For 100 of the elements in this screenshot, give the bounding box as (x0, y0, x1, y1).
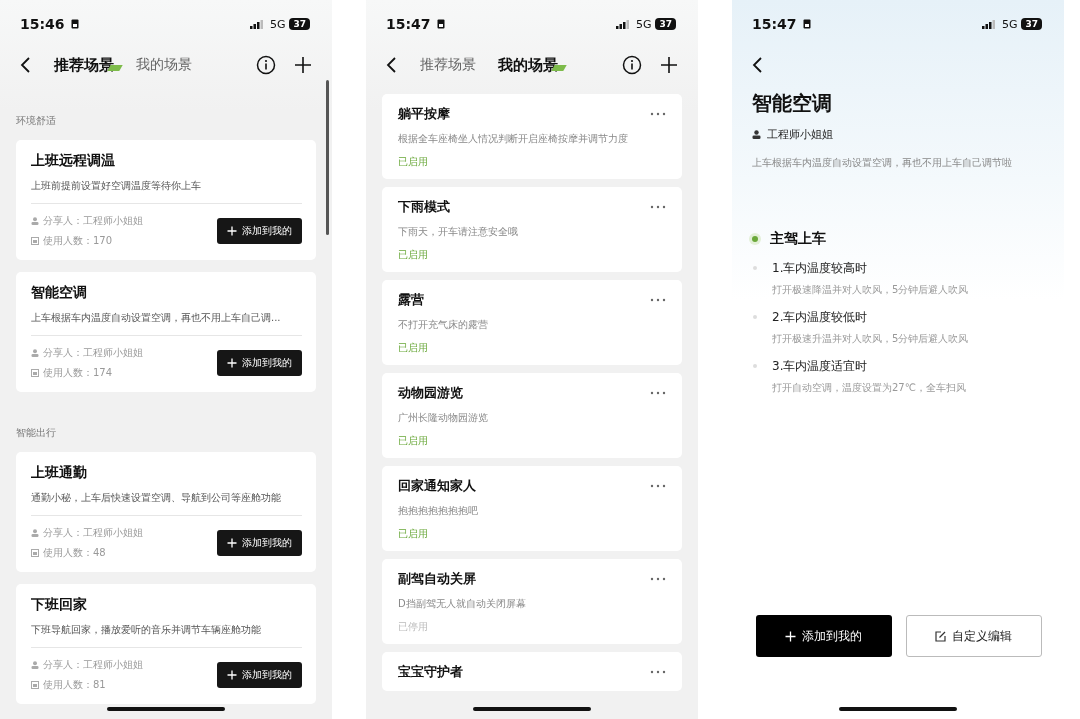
more-icon[interactable] (650, 298, 666, 302)
back-icon[interactable] (386, 56, 398, 74)
battery-indicator: 37 (655, 18, 676, 30)
status-text: 已停用 (398, 620, 429, 634)
scene-card[interactable]: 上班远程调温 上班前提前设置好空调温度等待你上车 分享人：工程师小姐姐 使用人数：170 添加到我的 (16, 140, 316, 260)
card-title: 露营 (398, 291, 424, 309)
add-button[interactable]: 添加到我的 (217, 218, 302, 244)
tab[interactable]: 我的场景 (136, 56, 192, 74)
add-button[interactable]: 添加到我的 (217, 530, 302, 556)
scene-card[interactable]: 智能空调 上车根据车内温度自动设置空调，再也不用上车自己调... 分享人：工程师小姐姐 使用人数：174 添加到我的 (16, 272, 316, 392)
calendar-icon (31, 549, 39, 557)
scene-card[interactable]: 回家通知家人 抱抱抱抱抱抱抱吧 已启用 (382, 466, 682, 551)
status-text: 已启用 (398, 155, 429, 169)
card-title: 宝宝守护者 (398, 663, 463, 681)
user-count-text: 使用人数：48 (43, 546, 106, 560)
status-text: 已启用 (398, 527, 429, 541)
card-description: 不打开充气床的露营 (398, 318, 489, 332)
sim-icon (436, 19, 445, 29)
more-icon[interactable] (650, 577, 666, 581)
tab[interactable]: 推荐场景 (420, 56, 476, 74)
calendar-icon (31, 369, 39, 377)
step-dot (753, 266, 757, 270)
scene-card[interactable]: 下班回家 下班导航回家，播放爱听的音乐并调节车辆座舱功能 分享人：工程师小姐姐 使用人数：81 添加到我的 (16, 584, 316, 704)
person-icon (752, 130, 761, 139)
card-title: 智能空调 (31, 284, 88, 302)
more-icon[interactable] (650, 205, 666, 209)
card-description: 上车根据车内温度自动设置空调，再也不用上车自己调... (31, 311, 302, 336)
signal-icon (249, 19, 264, 29)
card-description: D挡副驾无人就自动关闭屏幕 (398, 597, 527, 611)
scene-description: 上车根据车内温度自动设置空调，再也不用上车自己调节啦 (752, 156, 1013, 170)
card-title: 回家通知家人 (398, 477, 476, 495)
status-text: 已启用 (398, 341, 429, 355)
network-label: 5G (269, 17, 286, 31)
card-description: 抱抱抱抱抱抱抱吧 (398, 504, 479, 518)
add-icon[interactable] (294, 56, 312, 74)
add-icon[interactable] (660, 56, 678, 74)
user-count-text: 使用人数：170 (43, 234, 113, 248)
scene-card[interactable]: 躺平按摩 根据全车座椅坐人情况判断开启座椅按摩并调节力度 已启用 (382, 94, 682, 179)
more-icon[interactable] (650, 484, 666, 488)
status-text: 已启用 (398, 434, 429, 448)
person-icon (31, 217, 39, 225)
card-title: 副驾自动关屏 (398, 570, 476, 588)
card-title: 动物园游览 (398, 384, 463, 402)
card-title: 上班通勤 (31, 464, 88, 482)
card-description: 通勤小秘，上车后快速设置空调、导航到公司等座舱功能 (31, 491, 302, 516)
author-name: 工程师小姐姐 (767, 127, 833, 142)
more-icon[interactable] (650, 670, 666, 674)
step-description: 打开极速升温并对人吹风，5分钟后避人吹风 (772, 332, 969, 346)
signal-icon (981, 19, 996, 29)
plus-icon (227, 670, 237, 680)
signal-icon (615, 19, 630, 29)
back-icon[interactable] (752, 56, 764, 74)
plus-icon (227, 538, 237, 548)
card-title: 下班回家 (31, 596, 88, 614)
calendar-icon (31, 237, 39, 245)
sharer-text: 分享人：工程师小姐姐 (43, 658, 143, 672)
sharer-text: 分享人：工程师小姐姐 (43, 214, 143, 228)
scene-card[interactable]: 下雨模式 下雨天，开车请注意安全哦 已启用 (382, 187, 682, 272)
scene-title: 智能空调 (752, 90, 833, 117)
user-count-text: 使用人数：174 (43, 366, 113, 380)
step-description: 打开极速降温并对人吹风，5分钟后避人吹风 (772, 283, 969, 297)
add-button[interactable]: 添加到我的 (217, 662, 302, 688)
trigger-title: 主驾上车 (770, 230, 826, 248)
status-time: 15:47 (752, 16, 797, 32)
step-dot (753, 315, 757, 319)
info-icon[interactable] (622, 55, 642, 75)
network-label: 5G (1001, 17, 1018, 31)
card-description: 广州长隆动物园游览 (398, 411, 489, 425)
card-description: 根据全车座椅坐人情况判断开启座椅按摩并调节力度 (398, 132, 629, 146)
sharer-text: 分享人：工程师小姐姐 (43, 526, 143, 540)
sharer-text: 分享人：工程师小姐姐 (43, 346, 143, 360)
scene-card[interactable]: 上班通勤 通勤小秘，上车后快速设置空调、导航到公司等座舱功能 分享人：工程师小姐姐 使用人数：48 添加到我的 (16, 452, 316, 572)
step-title: 3.车内温度适宜时 (772, 358, 869, 375)
add-button[interactable]: 添加到我的 (217, 350, 302, 376)
add-button[interactable]: 添加到我的 (756, 615, 892, 657)
more-icon[interactable] (650, 112, 666, 116)
scene-card[interactable]: 露营 不打开充气床的露营 已启用 (382, 280, 682, 365)
battery-indicator: 37 (1021, 18, 1042, 30)
more-icon[interactable] (650, 391, 666, 395)
card-description: 下班导航回家，播放爱听的音乐并调节车辆座舱功能 (31, 623, 302, 648)
back-icon[interactable] (20, 56, 32, 74)
step-dot (753, 364, 757, 368)
plus-icon (227, 358, 237, 368)
edit-icon (935, 630, 947, 642)
scene-card[interactable]: 副驾自动关屏 D挡副驾无人就自动关闭屏幕 已停用 (382, 559, 682, 644)
person-icon (31, 661, 39, 669)
edit-button[interactable]: 自定义编辑 (906, 615, 1042, 657)
network-label: 5G (635, 17, 652, 31)
status-text: 已启用 (398, 248, 429, 262)
card-title: 躺平按摩 (398, 105, 450, 123)
scene-card[interactable]: 宝宝守护者 (382, 652, 682, 691)
status-time: 15:47 (386, 16, 431, 32)
section-title: 环境舒适 (16, 114, 57, 128)
step-title: 2.车内温度较低时 (772, 309, 869, 326)
info-icon[interactable] (256, 55, 276, 75)
status-time: 15:46 (20, 16, 65, 32)
scene-card[interactable]: 动物园游览 广州长隆动物园游览 已启用 (382, 373, 682, 458)
section-title: 智能出行 (16, 426, 57, 440)
plus-icon (785, 630, 797, 642)
sim-icon (802, 19, 811, 29)
